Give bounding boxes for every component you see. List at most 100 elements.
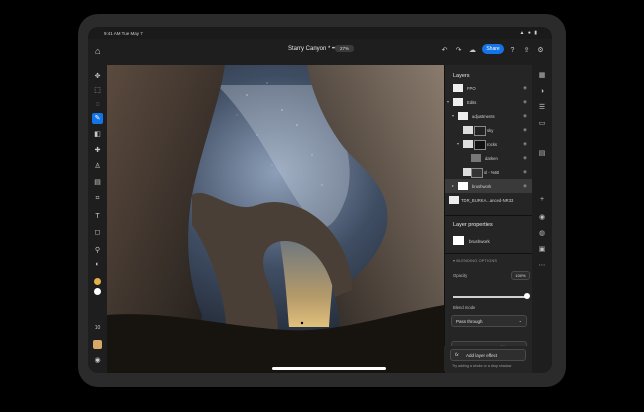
layers-panel: Layers FPO ◉ ▾ Edits ◉ ▾ adjustments ◉ s… xyxy=(444,65,533,373)
blending-options-label: BLENDING OPTIONS xyxy=(456,259,498,263)
brush-size-icon[interactable]: 10 xyxy=(92,323,103,334)
layer-properties-title: Layer properties xyxy=(453,222,493,228)
visibility-eye-icon[interactable]: ◉ xyxy=(523,183,527,189)
panel-divider xyxy=(445,215,533,216)
cloud-icon[interactable]: ☁ xyxy=(468,46,477,55)
more-options-icon[interactable]: ⋯ xyxy=(537,261,547,271)
layer-row[interactable]: darken ◉ xyxy=(445,151,533,165)
move-tool-icon[interactable]: ✥ xyxy=(92,71,103,82)
layer-mask-thumbnail xyxy=(474,140,486,150)
layer-name: brushwork xyxy=(472,184,492,189)
layer-name: Edits xyxy=(467,100,477,105)
opacity-label: Opacity xyxy=(453,273,468,278)
layer-stack-icon[interactable]: ▤ xyxy=(537,149,547,159)
export-icon[interactable]: ⇪ xyxy=(522,46,531,55)
active-color-chip[interactable] xyxy=(93,340,102,349)
gradient-tool-icon[interactable]: ▤ xyxy=(92,177,103,188)
foreground-color-swatch[interactable] xyxy=(94,278,101,285)
layer-name: rocks xyxy=(487,142,498,147)
blend-mode-label: Blend mode xyxy=(453,305,476,310)
comments-icon[interactable]: ▭ xyxy=(537,119,547,129)
add-layer-icon[interactable]: + xyxy=(537,195,547,205)
layer-row[interactable]: ▾ adjustments ◉ xyxy=(445,109,533,123)
properties-panel-icon[interactable]: ☰ xyxy=(537,103,547,113)
share-button[interactable]: Share xyxy=(482,44,504,54)
layer-mask-thumbnail xyxy=(471,168,483,178)
layer-row[interactable]: sky ◉ xyxy=(445,123,533,137)
layer-thumbnail xyxy=(463,140,473,148)
visibility-eye-icon[interactable]: ◉ xyxy=(523,155,527,161)
home-indicator xyxy=(272,367,386,370)
zoom-level[interactable]: 27% xyxy=(335,45,355,52)
system-status-icons: ▲ ● ▮ xyxy=(519,30,538,36)
visibility-eye-icon[interactable]: ◉ xyxy=(523,169,527,175)
settings-gear-icon[interactable]: ⚙ xyxy=(536,46,545,55)
eyedropper-icon[interactable]: ⚲ xyxy=(92,245,103,256)
mask-icon[interactable]: ◍ xyxy=(537,229,547,239)
layer-thumbnail xyxy=(471,154,481,162)
adjustments-panel-icon[interactable]: ◑ xyxy=(537,87,547,97)
opacity-slider-knob[interactable] xyxy=(524,293,530,299)
group-chevron-icon[interactable]: ▾ xyxy=(457,141,459,146)
add-layer-effect-button[interactable]: fx Add layer effect xyxy=(450,349,526,361)
help-icon[interactable]: ? xyxy=(508,46,517,55)
right-rail: ▦ ◑ ☰ ▭ ▤ + ◉ ◍ ▣ ⋯ xyxy=(532,65,552,373)
visibility-eye-icon[interactable]: ◉ xyxy=(523,85,527,91)
layer-name: FPO xyxy=(467,86,476,91)
canyon-photo xyxy=(107,65,444,373)
lock-icon[interactable]: ▣ xyxy=(537,245,547,255)
status-time: 9:41 AM Tue May 7 xyxy=(104,31,143,36)
fx-icon: fx xyxy=(455,352,459,357)
document-title[interactable]: Starry Canyon * ••• xyxy=(288,46,338,52)
opacity-slider-track[interactable] xyxy=(453,296,527,298)
layer-row[interactable]: FPO ◉ xyxy=(445,81,533,95)
tools-toolbar: ✥ ⬚ ◌ ✎ ◧ ✚ ♙ ▤ ⌗ T ◻ ⚲ ◐ 10 ◉ xyxy=(88,65,107,373)
group-chevron-icon[interactable]: ▾ xyxy=(447,99,449,104)
add-layer-effect-label: Add layer effect xyxy=(466,352,498,358)
blending-options-header[interactable]: ▾ BLENDING OPTIONS xyxy=(453,258,497,263)
select-tool-icon[interactable]: ⬚ xyxy=(92,85,103,96)
visibility-eye-icon[interactable]: ◉ xyxy=(523,113,527,119)
undo-icon[interactable]: ↶ xyxy=(440,46,449,55)
shape-tool-icon[interactable]: ◻ xyxy=(92,227,103,238)
layer-thumbnail xyxy=(449,196,459,204)
group-chevron-icon[interactable]: ▸ xyxy=(452,183,454,188)
home-icon[interactable]: ⌂ xyxy=(95,46,105,56)
top-bar: ⌂ Starry Canyon * ••• 27% ↶ ↷ ☁ Share ? … xyxy=(88,39,552,65)
touch-shortcut-icon[interactable]: ◉ xyxy=(92,355,103,366)
layer-row[interactable]: ▾ Edits ◉ xyxy=(445,95,533,109)
redo-icon[interactable]: ↷ xyxy=(454,46,463,55)
eraser-tool-icon[interactable]: ◧ xyxy=(92,129,103,140)
selected-layer-name: brushwork xyxy=(469,239,490,244)
status-bar: 9:41 AM Tue May 7 ▲ ● ▮ xyxy=(88,27,552,39)
layer-row[interactable]: sl - %60 ◉ xyxy=(445,165,533,179)
layer-name: TDR_BURKA...anced-NR33 xyxy=(461,198,514,203)
document-canvas[interactable] xyxy=(107,65,444,373)
clone-stamp-icon[interactable]: ♙ xyxy=(92,161,103,172)
layer-thumbnail xyxy=(458,182,468,190)
layer-row[interactable]: ▾ rocks ◉ xyxy=(445,137,533,151)
opacity-value-field[interactable]: 100% xyxy=(511,271,530,280)
healing-tool-icon[interactable]: ✚ xyxy=(92,145,103,156)
visibility-eye-icon[interactable]: ◉ xyxy=(523,127,527,133)
layers-panel-icon[interactable]: ▦ xyxy=(537,71,547,81)
lasso-tool-icon[interactable]: ◌ xyxy=(92,99,103,110)
layer-thumbnail xyxy=(458,112,468,120)
visibility-eye-icon[interactable]: ◉ xyxy=(523,99,527,105)
blend-mode-dropdown[interactable]: Pass through ⌄ xyxy=(451,315,527,327)
background-color-swatch[interactable] xyxy=(94,288,101,295)
type-tool-icon[interactable]: T xyxy=(92,211,103,222)
blend-mode-value: Pass through xyxy=(456,318,483,324)
panel-divider xyxy=(445,253,533,254)
crop-tool-icon[interactable]: ⌗ xyxy=(92,193,103,204)
layer-row-selected[interactable]: ▸ brushwork ◉ xyxy=(445,179,533,193)
visibility-eye-icon[interactable]: ◉ xyxy=(523,141,527,147)
layer-row[interactable]: TDR_BURKA...anced-NR33 xyxy=(445,193,533,207)
layer-name: sl - %60 xyxy=(484,170,500,175)
fill-tool-icon[interactable]: ◐ xyxy=(92,259,103,270)
brush-tool-icon[interactable]: ✎ xyxy=(92,113,103,124)
layers-panel-title: Layers xyxy=(453,73,470,79)
group-chevron-icon[interactable]: ▾ xyxy=(452,113,454,118)
selected-layer-thumbnail xyxy=(453,236,464,245)
visibility-icon[interactable]: ◉ xyxy=(537,213,547,223)
